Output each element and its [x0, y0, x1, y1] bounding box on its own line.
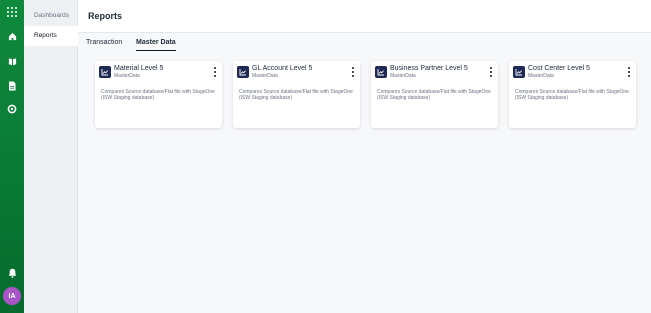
nav-item-dashboards[interactable]: Dashboards	[24, 6, 78, 26]
line-chart-icon	[513, 66, 525, 78]
report-card[interactable]: GL Account Level 5 MasterData Compares S…	[233, 61, 360, 128]
app-rail: IA	[0, 0, 24, 313]
line-chart-icon	[375, 66, 387, 78]
apps-grid-icon[interactable]	[0, 4, 24, 20]
document-icon[interactable]	[0, 78, 24, 94]
tab-transaction[interactable]: Transaction	[86, 39, 122, 51]
more-options-icon[interactable]	[627, 67, 631, 77]
book-icon[interactable]	[0, 53, 24, 69]
home-icon[interactable]	[0, 28, 24, 44]
report-card[interactable]: Cost Center Level 5 MasterData Compares …	[509, 61, 636, 128]
secondary-nav: Dashboards Reports	[24, 0, 78, 313]
card-subtitle: MasterData	[528, 73, 554, 79]
nav-item-reports[interactable]: Reports	[24, 26, 78, 46]
tab-master-data[interactable]: Master Data	[136, 39, 176, 51]
card-title: GL Account Level 5	[252, 65, 313, 72]
report-card[interactable]: Material Level 5 MasterData Compares Sou…	[95, 61, 222, 128]
card-description: Compares Source database/Flat file with …	[239, 89, 353, 101]
card-description: Compares Source database/Flat file with …	[515, 89, 629, 101]
header-bar: Reports	[78, 0, 651, 33]
more-options-icon[interactable]	[351, 67, 355, 77]
card-subtitle: MasterData	[252, 73, 278, 79]
avatar[interactable]: IA	[3, 287, 21, 305]
card-subtitle: MasterData	[114, 73, 140, 79]
line-chart-icon	[99, 66, 111, 78]
main-content: Reports Transaction Master Data Material…	[78, 0, 651, 313]
card-description: Compares Source database/Flat file with …	[101, 89, 215, 101]
card-title: Material Level 5	[114, 65, 164, 72]
card-title: Cost Center Level 5	[528, 65, 590, 72]
line-chart-icon	[237, 66, 249, 78]
card-description: Compares Source database/Flat file with …	[377, 89, 491, 101]
card-subtitle: MasterData	[390, 73, 416, 79]
more-options-icon[interactable]	[489, 67, 493, 77]
more-options-icon[interactable]	[213, 67, 217, 77]
page-title: Reports	[88, 11, 123, 21]
report-card[interactable]: Business Partner Level 5 MasterData Comp…	[371, 61, 498, 128]
card-title: Business Partner Level 5	[390, 65, 468, 72]
gear-icon[interactable]	[0, 101, 24, 117]
bell-icon[interactable]	[0, 265, 24, 281]
